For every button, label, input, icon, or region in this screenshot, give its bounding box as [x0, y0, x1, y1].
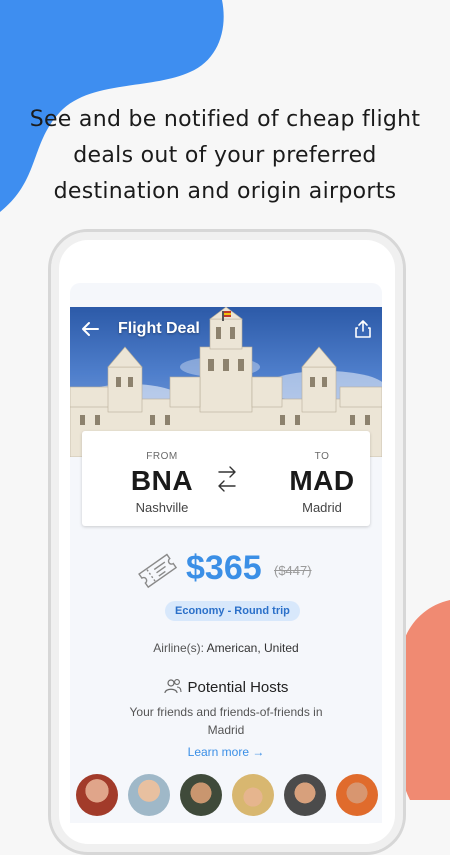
learn-more-link[interactable]: Learn more →: [70, 745, 382, 759]
headline-line-2: deals out of your preferred: [73, 143, 377, 168]
users-icon: [163, 679, 182, 694]
origin-city: Nashville: [135, 500, 189, 515]
destination-code: MAD: [289, 465, 355, 496]
airline-value: American, United: [206, 641, 299, 655]
destination-airport: TO MAD Madrid: [272, 451, 372, 515]
avatar[interactable]: [76, 774, 118, 816]
headline-line-1: See and be notified of cheap flight: [29, 107, 421, 132]
swap-arrows-icon: [218, 466, 236, 492]
airline-label: Airline(s):: [153, 641, 204, 655]
price-row: $365 ($447): [70, 545, 382, 593]
phone-screen: Flight Deal FROM BNA Nashville TO MAD Ma…: [70, 283, 382, 823]
from-caption: FROM: [146, 451, 178, 462]
destination-city: Madrid: [302, 500, 342, 515]
fare-class-badge: Economy - Round trip: [165, 601, 300, 621]
airline-info: Airline(s): American, United: [70, 641, 382, 655]
route-card: FROM BNA Nashville TO MAD Madrid: [82, 431, 370, 526]
potential-hosts-heading: Potential Hosts: [70, 678, 382, 696]
share-icon[interactable]: [354, 319, 372, 339]
potential-hosts-title: Potential Hosts: [187, 679, 289, 696]
host-avatars: [76, 774, 382, 823]
deal-price: $365: [186, 549, 262, 587]
avatar[interactable]: [128, 774, 170, 816]
potential-hosts-subtitle: Your friends and friends-of-friends in M…: [129, 705, 323, 737]
avatar[interactable]: [180, 774, 222, 816]
app-top-bar: Flight Deal: [70, 307, 382, 351]
avatar[interactable]: [284, 774, 326, 816]
screen-title: Flight Deal: [118, 320, 200, 337]
avatar[interactable]: [232, 774, 274, 816]
origin-code: BNA: [130, 465, 194, 496]
original-price: ($447): [274, 563, 312, 578]
headline-line-3: destination and origin airports: [53, 179, 397, 204]
to-caption: TO: [314, 451, 330, 462]
headline: See and be notified of cheap flight deal…: [0, 102, 450, 210]
arrow-left-icon[interactable]: [80, 319, 100, 339]
ticket-icon: [138, 553, 178, 589]
origin-airport: FROM BNA Nashville: [112, 451, 212, 515]
avatar[interactable]: [336, 774, 378, 816]
